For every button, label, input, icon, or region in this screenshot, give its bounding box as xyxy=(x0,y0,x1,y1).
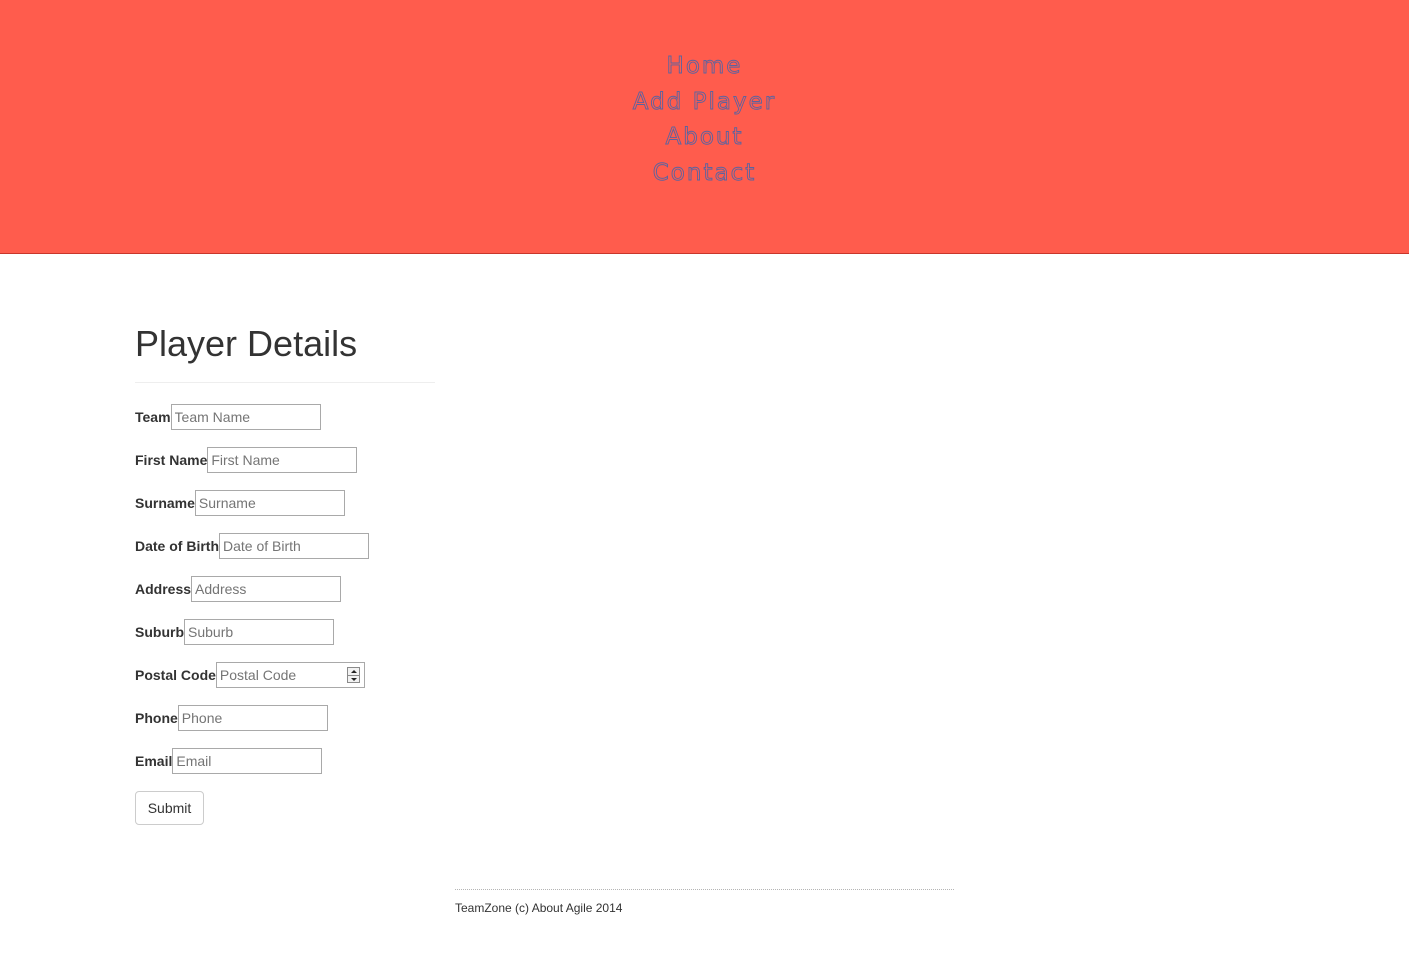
date-of-birth-input[interactable] xyxy=(219,533,369,559)
page-title: Player Details xyxy=(135,323,358,364)
title-divider xyxy=(135,382,435,383)
date-of-birth-label: Date of Birth xyxy=(135,538,219,554)
team-name-input[interactable] xyxy=(170,404,321,430)
phone-input[interactable] xyxy=(177,705,328,731)
nav-item-about: About xyxy=(0,120,1409,156)
suburb-row: Suburb xyxy=(135,619,334,645)
suburb-label: Suburb xyxy=(135,624,184,640)
nav-link-home[interactable]: Home xyxy=(666,53,743,80)
postal-code-row: Postal Code xyxy=(135,662,365,688)
footer-copyright: TeamZone (c) About Agile 2014 xyxy=(455,901,623,915)
surname-label: Surname xyxy=(135,495,195,511)
nav-item-contact: Contact xyxy=(0,156,1409,192)
address-row: Address xyxy=(135,576,342,602)
postal-code-spinner[interactable] xyxy=(346,667,360,683)
surname-row: Surname xyxy=(135,490,345,516)
email-input[interactable] xyxy=(172,748,323,774)
nav-item-home: Home xyxy=(0,49,1409,85)
surname-input[interactable] xyxy=(194,490,345,516)
nav-item-add-player: Add Player xyxy=(0,85,1409,121)
date-of-birth-row: Date of Birth xyxy=(135,533,369,559)
site-header: Home Add Player About Contact xyxy=(0,0,1409,254)
spinner-down-arrow-icon[interactable] xyxy=(347,674,359,683)
main-nav: Home Add Player About Contact xyxy=(0,49,1409,191)
phone-row: Phone xyxy=(135,705,328,731)
postal-code-label: Postal Code xyxy=(135,667,216,683)
team-row: Team xyxy=(135,404,321,430)
footer-divider xyxy=(455,889,954,890)
email-row: Email xyxy=(135,748,323,774)
phone-label: Phone xyxy=(135,710,178,726)
suburb-input[interactable] xyxy=(184,619,334,645)
first-name-row: First Name xyxy=(135,447,358,473)
postal-code-field xyxy=(215,662,365,688)
first-name-input[interactable] xyxy=(207,447,358,473)
address-input[interactable] xyxy=(191,576,342,602)
nav-link-about[interactable]: About xyxy=(665,124,743,151)
postal-code-input[interactable] xyxy=(216,663,342,687)
nav-link-add-player[interactable]: Add Player xyxy=(632,88,776,115)
team-label: Team xyxy=(135,409,171,425)
address-label: Address xyxy=(135,581,192,597)
submit-button[interactable]: Submit xyxy=(135,791,204,825)
nav-link-contact[interactable]: Contact xyxy=(652,159,756,186)
first-name-label: First Name xyxy=(135,452,208,468)
email-label: Email xyxy=(135,753,173,769)
